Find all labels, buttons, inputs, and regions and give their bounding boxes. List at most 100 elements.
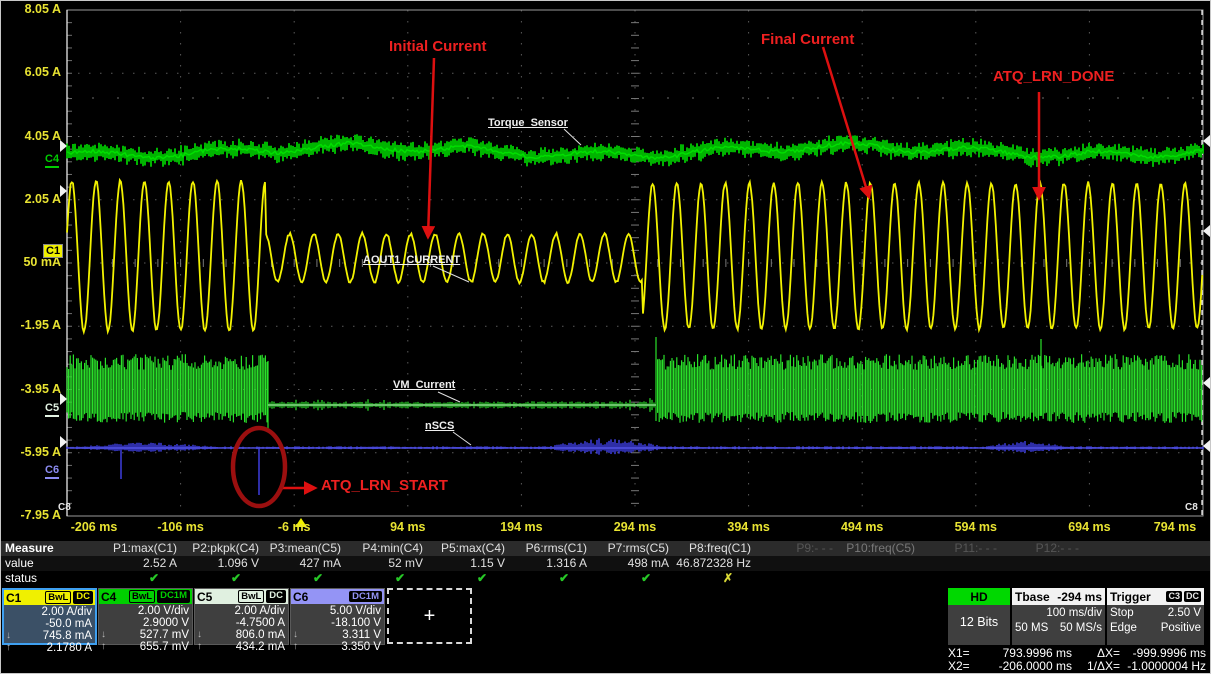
- c1-trace-aout1-current: [67, 180, 1202, 332]
- x-axis-label: -6 ms: [278, 520, 311, 534]
- min-arrow-icon: ↓: [293, 629, 298, 641]
- measure-status-p1: ✔: [101, 571, 183, 586]
- sample-count: 50 MS: [1015, 621, 1048, 636]
- min-arrow-icon: ↓: [6, 630, 11, 642]
- x-axis-label: 594 ms: [955, 520, 997, 534]
- trigger-source-badge: C3: [1166, 591, 1182, 602]
- measure-header-p7[interactable]: P7:rms(C5): [593, 541, 675, 556]
- sample-rate: 50 MS/s: [1060, 621, 1102, 636]
- measure-header-p11[interactable]: P11:- - -: [921, 541, 1003, 556]
- trace-label-nscs[interactable]: nSCS: [425, 420, 454, 432]
- timebase-box[interactable]: Tbase -294 ms 100 ms/div 50 MS50 MS/s: [1012, 588, 1105, 645]
- measure-title: Measure: [1, 541, 101, 556]
- annotation-initial-current: Initial Current: [389, 38, 487, 55]
- channel-marker-c6[interactable]: C6: [43, 464, 61, 479]
- channel-offset: -4.7500 A: [197, 617, 285, 629]
- trace-indicator-right: [1203, 135, 1210, 147]
- channel-header-c1: C1 BwLDC: [4, 590, 95, 605]
- coupling-badge: DC1M: [157, 590, 190, 603]
- channel-offset: 2.9000 V: [101, 617, 189, 629]
- x2-label: X2=: [948, 660, 982, 673]
- measure-table: MeasureP1:max(C1)P2:pkpk(C4)P3:mean(C5)P…: [1, 541, 1211, 586]
- channel-min: 806.0 mA: [236, 629, 285, 641]
- trace-indicator-right: [1203, 440, 1210, 452]
- x-axis-label: 794 ms: [1154, 520, 1196, 534]
- measure-value-p6: 1.316 A: [511, 556, 593, 571]
- channel-scale: 2.00 A/div: [6, 606, 92, 618]
- channel-scale: 2.00 A/div: [197, 605, 285, 617]
- x-axis-label: 394 ms: [727, 520, 769, 534]
- measure-header-p1[interactable]: P1:max(C1): [101, 541, 183, 556]
- y-axis-label: -7.95 A: [1, 508, 61, 522]
- channel-id-label: C4: [101, 590, 116, 604]
- channel-box-c6[interactable]: C6 DC1M 5.00 V/div -18.100 V ↓3.311 V ↑3…: [290, 588, 385, 645]
- channel-id-label: C5: [197, 590, 212, 604]
- channel-marker-c4[interactable]: C4: [43, 153, 61, 168]
- measure-header-p12[interactable]: P12:- - -: [1003, 541, 1085, 556]
- invdx-value: -1.0000004 Hz: [1120, 660, 1206, 673]
- trace-indicator-left: [60, 185, 67, 197]
- measure-status-p2: ✔: [183, 571, 265, 586]
- channel-offset: -18.100 V: [293, 617, 381, 629]
- timebase-delay: -294 ms: [1057, 590, 1102, 604]
- max-arrow-icon: ↑: [101, 641, 106, 653]
- invdx-label: 1/ΔX=: [1072, 660, 1120, 673]
- measure-value-p1: 2.52 A: [101, 556, 183, 571]
- y-axis-label: 4.05 A: [1, 129, 61, 143]
- measure-status-p8: ✗: [675, 571, 757, 586]
- grid-corner-label-right: C8: [1185, 502, 1198, 513]
- measure-header-p9[interactable]: P9:- - -: [757, 541, 839, 556]
- channel-header-c6: C6 DC1M: [291, 589, 384, 604]
- max-arrow-icon: ↑: [6, 642, 11, 654]
- measure-header-p5[interactable]: P5:max(C4): [429, 541, 511, 556]
- trace-label-torque_sensor[interactable]: Torque_Sensor: [488, 117, 568, 129]
- coupling-badge: DC1M: [349, 591, 382, 602]
- measure-status-p11: [921, 571, 1003, 586]
- y-axis-label: -1.95 A: [1, 318, 61, 332]
- trace-indicator-right: [1203, 377, 1210, 389]
- measure-header-p6[interactable]: P6:rms(C1): [511, 541, 593, 556]
- hd-mode-box[interactable]: HD 12 Bits: [948, 588, 1010, 645]
- measure-status-p10: [839, 571, 921, 586]
- channel-min: 527.7 mV: [140, 629, 189, 641]
- channel-marker-c5[interactable]: C5: [43, 402, 61, 417]
- trace-label-vm_current[interactable]: VM_Current: [393, 379, 455, 391]
- channel-scale: 2.00 V/div: [101, 605, 189, 617]
- measure-status-p9: [757, 571, 839, 586]
- measure-value-p12: [1003, 556, 1085, 571]
- channel-marker-c1[interactable]: C1: [43, 244, 63, 258]
- channel-max: 2.1780 A: [47, 642, 92, 654]
- measure-status-row-label: status: [1, 571, 101, 586]
- trigger-coupling-badge: DC: [1184, 591, 1201, 602]
- x-axis-label: 694 ms: [1068, 520, 1110, 534]
- trigger-slope: Positive: [1161, 621, 1201, 636]
- timebase-scale: 100 ms/div: [1046, 606, 1102, 621]
- y-axis-label: -5.95 A: [1, 445, 61, 459]
- waveform-plot-area[interactable]: 8.05 A6.05 A4.05 A2.05 A50 mA-1.95 A-3.9…: [1, 1, 1211, 541]
- channel-box-c5[interactable]: C5 BwLDC 2.00 A/div -4.7500 A ↓806.0 mA …: [194, 588, 289, 645]
- channel-min: 745.8 mA: [43, 630, 92, 642]
- measure-value-p7: 498 mA: [593, 556, 675, 571]
- trace-label-aout1_current[interactable]: AOUT1_CURRENT: [363, 254, 460, 266]
- measure-status-p4: ✔: [347, 571, 429, 586]
- channel-offset: -50.0 mA: [6, 618, 92, 630]
- trace-label-leader: [438, 392, 460, 402]
- x-axis-label: 294 ms: [614, 520, 656, 534]
- grid-corner-label-left: C8: [58, 502, 71, 513]
- channel-box-c4[interactable]: C4 BwLDC1M 2.00 V/div 2.9000 V ↓527.7 mV…: [98, 588, 193, 645]
- annotation-atq-lrn-start: ATQ_LRN_START: [321, 477, 448, 494]
- trace-indicator-left: [60, 436, 67, 448]
- channel-min: 3.311 V: [342, 629, 381, 641]
- add-trace-button[interactable]: +: [387, 588, 472, 644]
- channel-box-c1[interactable]: C1 BwLDC 2.00 A/div -50.0 mA ↓745.8 mA ↑…: [2, 588, 97, 645]
- measure-header-p10[interactable]: P10:freq(C5): [839, 541, 921, 556]
- channel-scale: 5.00 V/div: [293, 605, 381, 617]
- bandwidth-limit-badge: BwL: [129, 590, 155, 603]
- measure-header-p2[interactable]: P2:pkpk(C4): [183, 541, 265, 556]
- trigger-box[interactable]: Trigger C3 DC Stop2.50 V EdgePositive: [1107, 588, 1204, 645]
- measure-header-p4[interactable]: P4:min(C4): [347, 541, 429, 556]
- x-axis-label: 94 ms: [390, 520, 425, 534]
- measure-header-p8[interactable]: P8:freq(C1): [675, 541, 757, 556]
- measure-header-p3[interactable]: P3:mean(C5): [265, 541, 347, 556]
- measure-value-p9: [757, 556, 839, 571]
